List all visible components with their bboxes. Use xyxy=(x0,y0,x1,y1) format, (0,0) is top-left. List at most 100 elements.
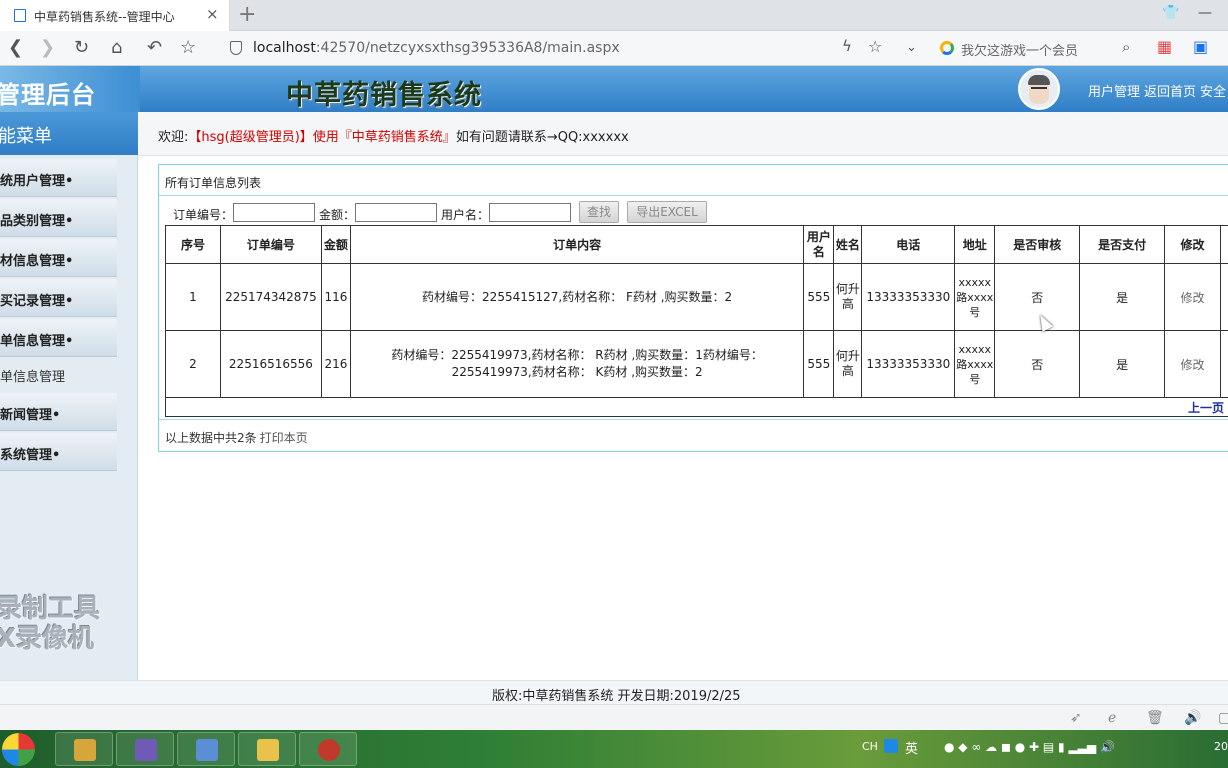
column-header: 修改 xyxy=(1164,225,1221,264)
reload-icon[interactable]: ↻ xyxy=(74,37,89,58)
taskbar-app-folder[interactable] xyxy=(238,732,296,766)
sidebar-item-system[interactable]: 系统管理• xyxy=(0,433,117,471)
url-host: localhost xyxy=(253,40,316,56)
taskbar-app-recorder[interactable] xyxy=(299,732,357,766)
favorite-star-icon[interactable]: ☆ xyxy=(180,37,196,58)
cell-order-no: 225174342875 xyxy=(219,263,322,331)
username-label: 用户名： xyxy=(441,208,490,222)
table-header-row: 序号 订单编号 金额 订单内容 用户名 姓名 电话 地址 是否审核 是否支付 修… xyxy=(165,225,1228,264)
tools-icon xyxy=(74,739,96,761)
undo-icon[interactable]: ↶ xyxy=(147,37,162,58)
edit-link[interactable]: 修改 xyxy=(1164,330,1221,398)
search-icon[interactable]: ⌕ xyxy=(1122,38,1130,56)
shopping-icon[interactable]: ▣ xyxy=(1193,37,1208,56)
export-excel-button[interactable]: 导出EXCEL xyxy=(627,201,707,223)
sidebar-item-label: 买记录管理• xyxy=(0,294,74,309)
ime-lang[interactable]: 英 xyxy=(905,738,918,757)
user-management-link[interactable]: 用户管理 xyxy=(1088,85,1140,100)
address-input[interactable]: localhost:42570/netzcyxsxthsg395336A8/ma… xyxy=(253,40,620,56)
sidebar-item-categories[interactable]: 品类别管理• xyxy=(0,199,117,237)
taskbar-app-vs[interactable] xyxy=(116,732,174,766)
sidebar-item-orders[interactable]: 单信息管理• xyxy=(0,319,117,357)
browser-tab-active[interactable]: 中草药销售系统--管理中心 × xyxy=(0,0,230,31)
column-header: 是否审核 xyxy=(994,225,1081,264)
sidebar-item-label: 单信息管理• xyxy=(0,334,74,349)
pager: 上一页 xyxy=(165,397,1228,417)
rocket-icon[interactable]: ➶ xyxy=(1070,710,1082,726)
tab-title: 中草药销售系统--管理中心 xyxy=(34,10,175,24)
cell-phone: 13333353330 xyxy=(861,263,956,331)
sidebar-subitem-orders[interactable]: 单信息管理 xyxy=(0,366,65,385)
order-no-label: 订单编号： xyxy=(173,208,234,222)
cell-content: 药材编号：2255419973,药材名称： R药材 ,购买数量：1药材编号：22… xyxy=(349,330,805,398)
bookmark-star-icon[interactable]: ☆ xyxy=(868,37,882,56)
back-icon[interactable]: ❮ xyxy=(8,37,23,58)
forward-icon[interactable]: ❯ xyxy=(40,37,55,58)
ime-mode[interactable]: CH xyxy=(862,740,878,753)
ime-icon[interactable] xyxy=(884,739,898,753)
avatar[interactable] xyxy=(1018,68,1060,110)
sidebar-item-label: 系统管理• xyxy=(0,448,61,463)
column-header: 电话 xyxy=(861,225,956,264)
sidebar-item-herbs[interactable]: 材信息管理• xyxy=(0,239,117,277)
cell-address: xxxxx路xxxx号 xyxy=(954,330,996,398)
orders-table-wrap: 序号 订单编号 金额 订单内容 用户名 姓名 电话 地址 是否审核 是否支付 修… xyxy=(165,225,1228,419)
shirt-skin-icon[interactable]: 👕 xyxy=(1162,5,1179,21)
amount-label: 金额： xyxy=(319,208,356,222)
admin-brand: 管理后台 xyxy=(0,81,96,109)
sidebar-item-label: 品类别管理• xyxy=(0,214,74,229)
chevron-down-icon[interactable]: ⌄ xyxy=(906,40,917,55)
tray-icons[interactable]: ● ◆ ∞ ☁ ◼ ● ✚ ▤ ▮ ▂▃▅ 🔊 xyxy=(944,740,1115,754)
column-header: 用户名 xyxy=(803,225,835,264)
search-input[interactable]: 我欠这游戏一个会员 ⌕ xyxy=(930,37,1142,60)
start-button[interactable] xyxy=(2,733,35,766)
amount-input[interactable] xyxy=(355,203,437,222)
trash-icon[interactable]: 🗑 xyxy=(1146,710,1164,726)
table-row: 1 225174342875 116 药材编号：2255415127,药材名称：… xyxy=(165,263,1228,331)
infinity-icon xyxy=(135,739,157,761)
security-link[interactable]: 安全 xyxy=(1200,85,1226,100)
column-header: 订单编号 xyxy=(219,225,322,264)
prev-page-link[interactable]: 上一页 xyxy=(1188,399,1224,416)
back-home-link[interactable]: 返回首页 xyxy=(1144,85,1196,100)
ie-icon[interactable]: ℯ xyxy=(1108,710,1116,726)
column-header: 金额 xyxy=(320,225,351,264)
taskbar-app-files[interactable] xyxy=(177,732,235,766)
sidebar-item-label: 材信息管理• xyxy=(0,254,74,269)
speaker-icon[interactable]: 🔊 xyxy=(1184,710,1201,726)
home-icon[interactable]: ⌂ xyxy=(111,37,122,58)
tab-close-icon[interactable]: × xyxy=(206,5,219,23)
cell-paid: 是 xyxy=(1079,263,1166,331)
orders-panel: 所有订单信息列表 订单编号： 金额： 用户名： 查找 导出EXCEL 序号 订单… xyxy=(158,164,1228,452)
edit-link[interactable]: 修改 xyxy=(1164,263,1221,331)
order-no-input[interactable] xyxy=(233,203,315,222)
page-footer: 版权:中草药销售系统 开发日期:2019/2/25 xyxy=(0,680,1228,704)
sidebar-item-users[interactable]: 统用户管理• xyxy=(0,159,117,197)
security-shield-icon xyxy=(230,41,242,55)
files-icon xyxy=(196,739,218,761)
recorder-icon xyxy=(318,739,340,761)
apps-grid-icon[interactable]: ▦ xyxy=(1157,37,1172,56)
lightning-icon[interactable]: ϟ xyxy=(842,37,852,55)
cell-amount: 216 xyxy=(320,330,351,398)
cell-seq: 1 xyxy=(165,263,221,331)
minimize-icon[interactable]: — xyxy=(1198,5,1212,21)
column-header: 序号 xyxy=(165,225,221,264)
cell-audited: 否 xyxy=(994,330,1081,398)
print-page-link[interactable]: 打印本页 xyxy=(260,431,308,445)
orders-table: 序号 订单编号 金额 订单内容 用户名 姓名 电话 地址 是否审核 是否支付 修… xyxy=(165,225,1228,398)
username-input[interactable] xyxy=(489,203,571,222)
window-icon[interactable]: ▢ xyxy=(1218,710,1228,726)
find-button[interactable]: 查找 xyxy=(579,201,619,223)
app-header: 管理后台 中草药销售系统 用户管理 返回首页 安全 xyxy=(0,66,1228,112)
welcome-bar: 欢迎:【hsg(超级管理员)】使用『中草药销售系统』如有问题请联系→QQ:xxx… xyxy=(138,112,1228,156)
taskbar: CH 英 ● ◆ ∞ ☁ ◼ ● ✚ ▤ ▮ ▂▃▅ 🔊 20 xyxy=(0,730,1228,768)
sidebar-item-purchases[interactable]: 买记录管理• xyxy=(0,279,117,317)
cell-username: 555 xyxy=(803,330,835,398)
sidebar-title: 能菜单 xyxy=(0,126,52,147)
sidebar-item-news[interactable]: 新闻管理• xyxy=(0,393,117,431)
recorder-watermark: 录制工具 X录像机 xyxy=(0,594,101,654)
system-title: 中草药销售系统 xyxy=(286,80,482,111)
taskbar-app-tools[interactable] xyxy=(55,732,113,766)
new-tab-icon[interactable]: + xyxy=(238,2,256,27)
